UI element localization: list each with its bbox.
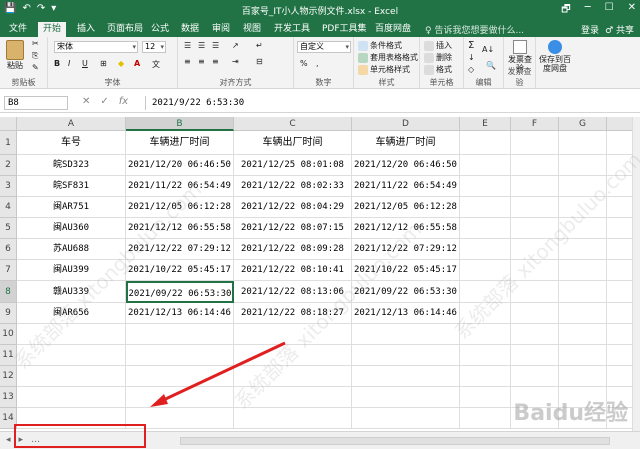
annotation-arrow [150, 341, 286, 407]
annotation-arrow-line [156, 341, 286, 405]
annotation-highlight-box [14, 424, 146, 448]
annotation-arrow-head [150, 394, 168, 407]
